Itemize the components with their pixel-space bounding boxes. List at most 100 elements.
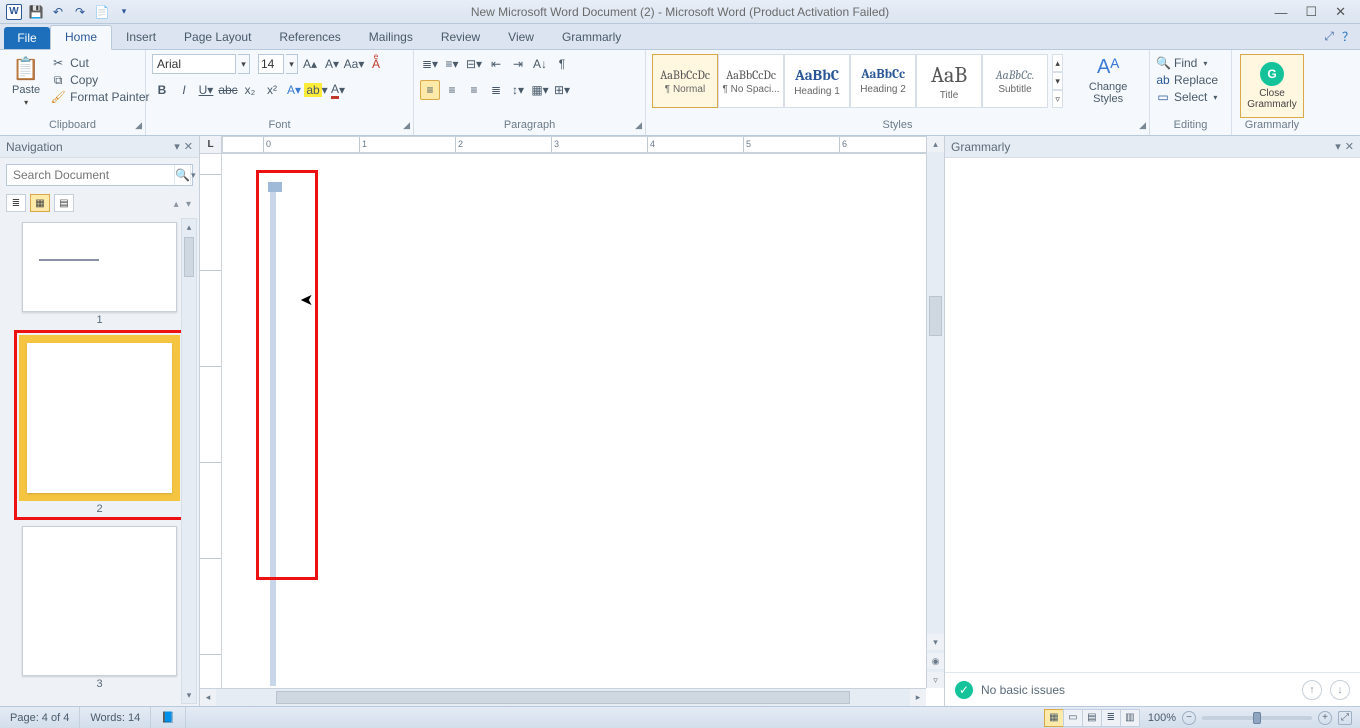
save-icon[interactable]: 💾 [28,4,44,20]
styles-row-down-icon[interactable]: ▾ [1052,72,1063,90]
tab-selector[interactable]: L [200,136,222,153]
scroll-right-icon[interactable]: ▸ [910,689,926,706]
qat-extra-icon[interactable]: 📄 [94,4,110,20]
styles-scroll[interactable]: ▴ ▾ ▿ [1052,54,1063,108]
search-options-icon[interactable]: ▾ [190,165,196,185]
style-tile-subtitle[interactable]: AaBbCc.Subtitle [982,54,1048,108]
highlight-button[interactable]: ab▾ [306,80,326,100]
view-web-layout[interactable]: ▤ [1082,709,1102,727]
scroll-thumb[interactable] [929,296,942,336]
tab-view[interactable]: View [494,26,548,49]
styles-launcher-icon[interactable]: ◢ [1139,120,1146,131]
grammarly-pane-menu-icon[interactable]: ▾ [1335,140,1341,153]
view-print-layout[interactable]: ▦ [1044,709,1064,727]
style-tile--no-spaci-[interactable]: AaBbCcDc¶ No Spaci... [718,54,784,108]
status-proofing[interactable]: 📘 [151,707,186,728]
find-button[interactable]: 🔍Find▾ [1156,56,1218,70]
numbering-button[interactable]: ≡▾ [442,54,462,74]
scroll-down-icon[interactable]: ▾ [927,634,944,650]
style-tile-title[interactable]: AaBTitle [916,54,982,108]
subscript-button[interactable]: x₂ [240,80,260,100]
grammarly-prev-issue-icon[interactable]: ↑ [1302,680,1322,700]
multilevel-list-button[interactable]: ⊟▾ [464,54,484,74]
cut-button[interactable]: ✂Cut [50,56,149,70]
zoom-level[interactable]: 100% [1148,712,1176,724]
sort-button[interactable]: A↓ [530,54,550,74]
document-canvas[interactable]: ➤ [222,154,944,706]
zoom-in-button[interactable]: + [1318,711,1332,725]
view-full-screen[interactable]: ▭ [1063,709,1083,727]
close-grammarly-button[interactable]: G Close Grammarly [1240,54,1304,118]
tab-mailings[interactable]: Mailings [355,26,427,49]
grammarly-next-issue-icon[interactable]: ↓ [1330,680,1350,700]
minimize-ribbon-icon[interactable]: ⤢ [1324,29,1334,44]
font-size-dropdown-icon[interactable]: ▾ [286,54,298,74]
view-draft[interactable]: ▥ [1120,709,1140,727]
show-marks-button[interactable]: ¶ [552,54,572,74]
maximize-button[interactable]: ☐ [1305,4,1317,20]
styles-more-icon[interactable]: ▿ [1052,90,1063,108]
tab-page-layout[interactable]: Page Layout [170,26,265,49]
status-words[interactable]: Words: 14 [80,707,151,728]
underline-button[interactable]: U▾ [196,80,216,100]
replace-button[interactable]: abReplace [1156,73,1218,87]
align-left-button[interactable]: ≡ [420,80,440,100]
scroll-down-icon[interactable]: ▾ [182,687,196,703]
view-outline[interactable]: ≣ [1101,709,1121,727]
clipboard-launcher-icon[interactable]: ◢ [135,120,142,131]
tab-home[interactable]: Home [50,25,112,50]
copy-button[interactable]: ⧉Copy [50,73,149,87]
tab-review[interactable]: Review [427,26,494,49]
grammarly-pane-close-icon[interactable]: ✕ [1345,140,1354,153]
nav-pane-close-icon[interactable]: ✕ [184,140,193,153]
undo-icon[interactable]: ↶ [50,4,66,20]
scroll-thumb[interactable] [184,237,194,277]
italic-button[interactable]: I [174,80,194,100]
zoom-fit-button[interactable]: ⤢ [1338,711,1352,725]
strikethrough-button[interactable]: abc [218,80,238,100]
horizontal-scrollbar[interactable]: ◂ ▸ [200,688,926,706]
nav-thumb-page-3[interactable]: 3 [22,526,177,690]
scroll-thumb[interactable] [276,691,850,704]
decrease-indent-button[interactable]: ⇤ [486,54,506,74]
bullets-button[interactable]: ≣▾ [420,54,440,74]
scroll-up-icon[interactable]: ▴ [182,219,196,235]
style-tile--normal[interactable]: AaBbCcDc¶ Normal [652,54,718,108]
styles-gallery[interactable]: AaBbCcDc¶ NormalAaBbCcDc¶ No Spaci...AaB… [652,54,1048,108]
font-color-button[interactable]: A▾ [328,80,348,100]
line-spacing-button[interactable]: ↕▾ [508,80,528,100]
horizontal-ruler[interactable]: L [200,136,944,154]
change-case-button[interactable]: Aa▾ [344,54,364,74]
borders-button[interactable]: ⊞▾ [552,80,572,100]
search-document-input[interactable] [7,165,174,185]
align-center-button[interactable]: ≡ [442,80,462,100]
next-page-icon[interactable]: ▿ [927,672,944,688]
nav-prev-icon[interactable]: ▴ [172,199,181,210]
superscript-button[interactable]: x² [262,80,282,100]
justify-button[interactable]: ≣ [486,80,506,100]
prev-page-icon[interactable]: ◉ [927,653,944,669]
nav-tab-pages[interactable]: ▦ [30,194,50,212]
nav-thumbs-scrollbar[interactable]: ▴ ▾ [181,218,197,704]
text-effects-button[interactable]: A▾ [284,80,304,100]
search-icon[interactable]: 🔍 [174,165,190,185]
close-button[interactable]: ✕ [1335,4,1346,20]
bold-button[interactable]: B [152,80,172,100]
status-page[interactable]: Page: 4 of 4 [0,707,80,728]
nav-tab-headings[interactable]: ≣ [6,194,26,212]
zoom-slider[interactable] [1202,716,1312,720]
tab-references[interactable]: References [265,26,354,49]
font-launcher-icon[interactable]: ◢ [403,120,410,131]
paste-button[interactable]: 📋 Paste ▾ [6,54,46,109]
shrink-font-button[interactable]: A▾ [322,54,342,74]
grow-font-button[interactable]: A▴ [300,54,320,74]
nav-pane-menu-icon[interactable]: ▾ [174,140,180,153]
zoom-slider-knob[interactable] [1253,712,1261,724]
select-button[interactable]: ▭Select▾ [1156,90,1218,104]
font-name-dropdown-icon[interactable]: ▾ [238,54,250,74]
change-styles-button[interactable]: Aᴬ Change Styles [1073,54,1143,107]
shading-button[interactable]: ▦▾ [530,80,550,100]
vertical-ruler[interactable] [200,154,222,706]
style-tile-heading-1[interactable]: AaBbCHeading 1 [784,54,850,108]
vertical-scrollbar[interactable]: ▴ ▾ ◉ ▿ [926,136,944,688]
